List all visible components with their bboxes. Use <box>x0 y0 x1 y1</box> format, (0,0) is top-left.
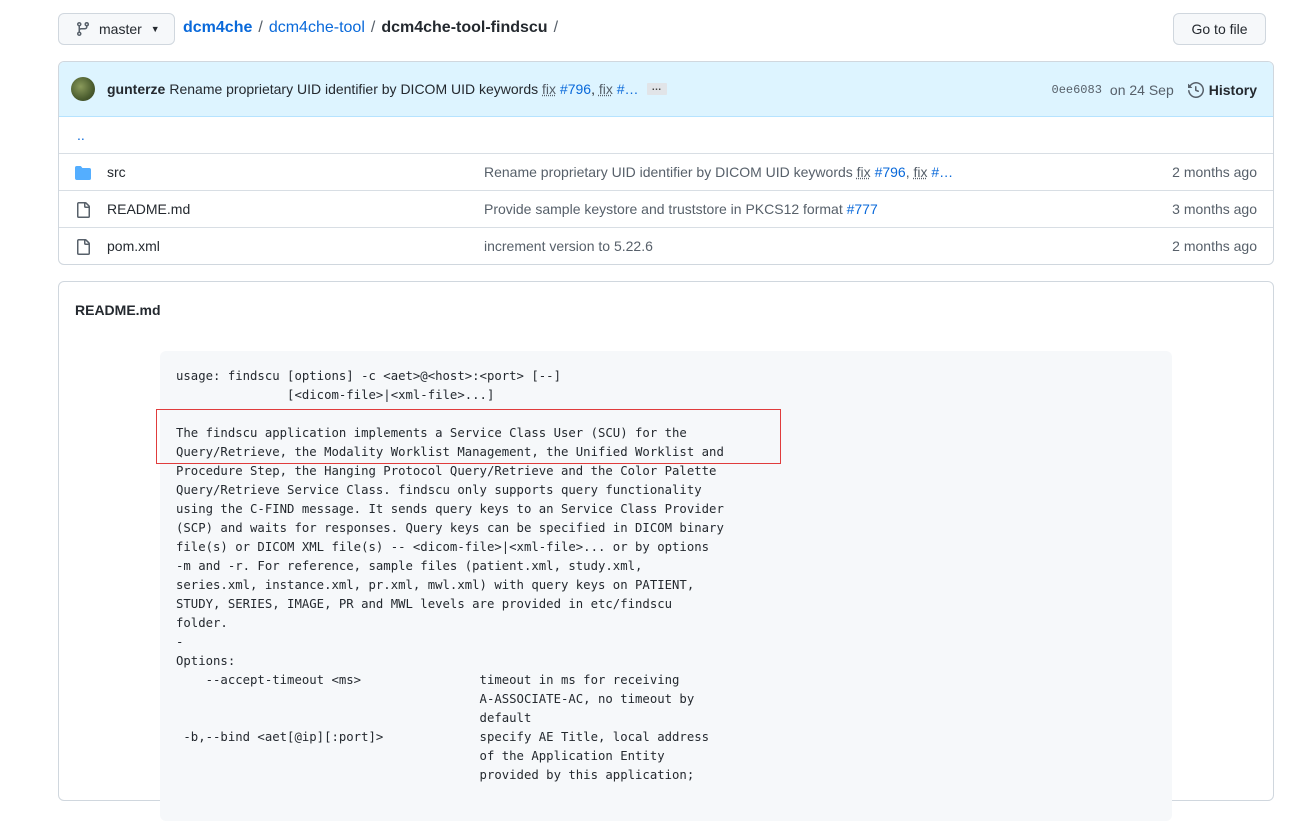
chevron-down-icon: ▼ <box>150 24 160 34</box>
table-row[interactable]: pom.xml increment version to 5.22.6 2 mo… <box>59 227 1273 264</box>
readme-panel: README.md usage: findscu [options] -c <a… <box>58 281 1274 821</box>
commit-fix-label[interactable]: fix <box>914 164 928 180</box>
history-label: History <box>1208 81 1257 98</box>
file-name-src[interactable]: src <box>107 164 126 180</box>
expand-commit-message-button[interactable]: … <box>646 83 667 95</box>
commit-meta: 0ee6083 on 24 Sep History <box>1052 62 1257 117</box>
commit-fix-label[interactable]: fix <box>599 81 613 97</box>
commit-message-text[interactable]: Rename proprietary UID identifier by DIC… <box>169 81 538 97</box>
breadcrumb-separator: / <box>258 19 263 36</box>
breadcrumb: dcm4che / dcm4che-tool / dcm4che-tool-fi… <box>183 19 564 37</box>
file-name-pom[interactable]: pom.xml <box>107 238 160 254</box>
issue-link-796[interactable]: #796 <box>560 81 591 97</box>
issue-link-796[interactable]: #796 <box>875 164 906 180</box>
issue-link-truncated[interactable]: #… <box>931 164 953 180</box>
table-row[interactable]: README.md Provide sample keystore and tr… <box>59 190 1273 227</box>
branch-selector-button[interactable]: master ▼ <box>58 13 175 45</box>
parent-directory-link[interactable]: .. <box>77 127 85 143</box>
commit-message: Rename proprietary UID identifier by DIC… <box>169 81 638 97</box>
avatar[interactable] <box>71 77 95 101</box>
git-branch-icon <box>76 22 89 37</box>
file-commit-message: increment version to 5.22.6 <box>484 238 653 254</box>
commit-date: on 24 Sep <box>1109 81 1174 98</box>
comma: , <box>591 81 595 97</box>
file-age: 3 months ago <box>1172 201 1257 217</box>
readme-title[interactable]: README.md <box>75 302 161 318</box>
commit-sha[interactable]: 0ee6083 <box>1052 83 1102 97</box>
file-icon <box>77 239 90 255</box>
breadcrumb-current: dcm4che-tool-findscu <box>381 19 548 36</box>
file-commit-message: Rename proprietary UID identifier by DIC… <box>484 164 953 180</box>
folder-icon <box>75 166 91 180</box>
latest-commit-bar: gunterze Rename proprietary UID identifi… <box>59 62 1273 117</box>
file-listing: gunterze Rename proprietary UID identifi… <box>58 61 1274 265</box>
go-to-file-button[interactable]: Go to file <box>1173 13 1266 45</box>
history-clock-icon <box>1187 81 1204 98</box>
commit-message-link[interactable]: Provide sample keystore and truststore i… <box>484 201 843 217</box>
file-age: 2 months ago <box>1172 238 1257 254</box>
file-icon <box>77 202 90 218</box>
commit-message-link[interactable]: increment version to 5.22.6 <box>484 238 653 254</box>
commit-message-link[interactable]: Rename proprietary UID identifier by DIC… <box>484 164 853 180</box>
table-row[interactable]: src Rename proprietary UID identifier by… <box>59 153 1273 190</box>
history-button[interactable]: History <box>1187 81 1257 98</box>
file-name-readme[interactable]: README.md <box>107 201 190 217</box>
issue-link-truncated[interactable]: #… <box>617 81 639 97</box>
readme-code-text: usage: findscu [options] -c <aet>@<host>… <box>176 369 724 782</box>
breadcrumb-separator: / <box>553 19 559 36</box>
file-commit-message: Provide sample keystore and truststore i… <box>484 201 878 217</box>
branch-name: master <box>99 21 142 37</box>
breadcrumb-separator: / <box>370 19 376 36</box>
commit-fix-label[interactable]: fix <box>857 164 871 180</box>
commit-fix-label[interactable]: fix <box>542 81 556 97</box>
readme-code-block: usage: findscu [options] -c <aet>@<host>… <box>160 351 1172 821</box>
parent-directory-row[interactable]: .. <box>59 117 1273 153</box>
commit-author[interactable]: gunterze <box>107 81 165 97</box>
breadcrumb-dcm4che-tool[interactable]: dcm4che-tool <box>269 19 365 37</box>
issue-link-777[interactable]: #777 <box>847 201 878 217</box>
comma: , <box>905 164 910 180</box>
breadcrumb-dcm4che[interactable]: dcm4che <box>183 19 252 37</box>
file-age: 2 months ago <box>1172 164 1257 180</box>
repo-navigation-bar: master ▼ dcm4che / dcm4che-tool / dcm4ch… <box>58 13 1266 45</box>
